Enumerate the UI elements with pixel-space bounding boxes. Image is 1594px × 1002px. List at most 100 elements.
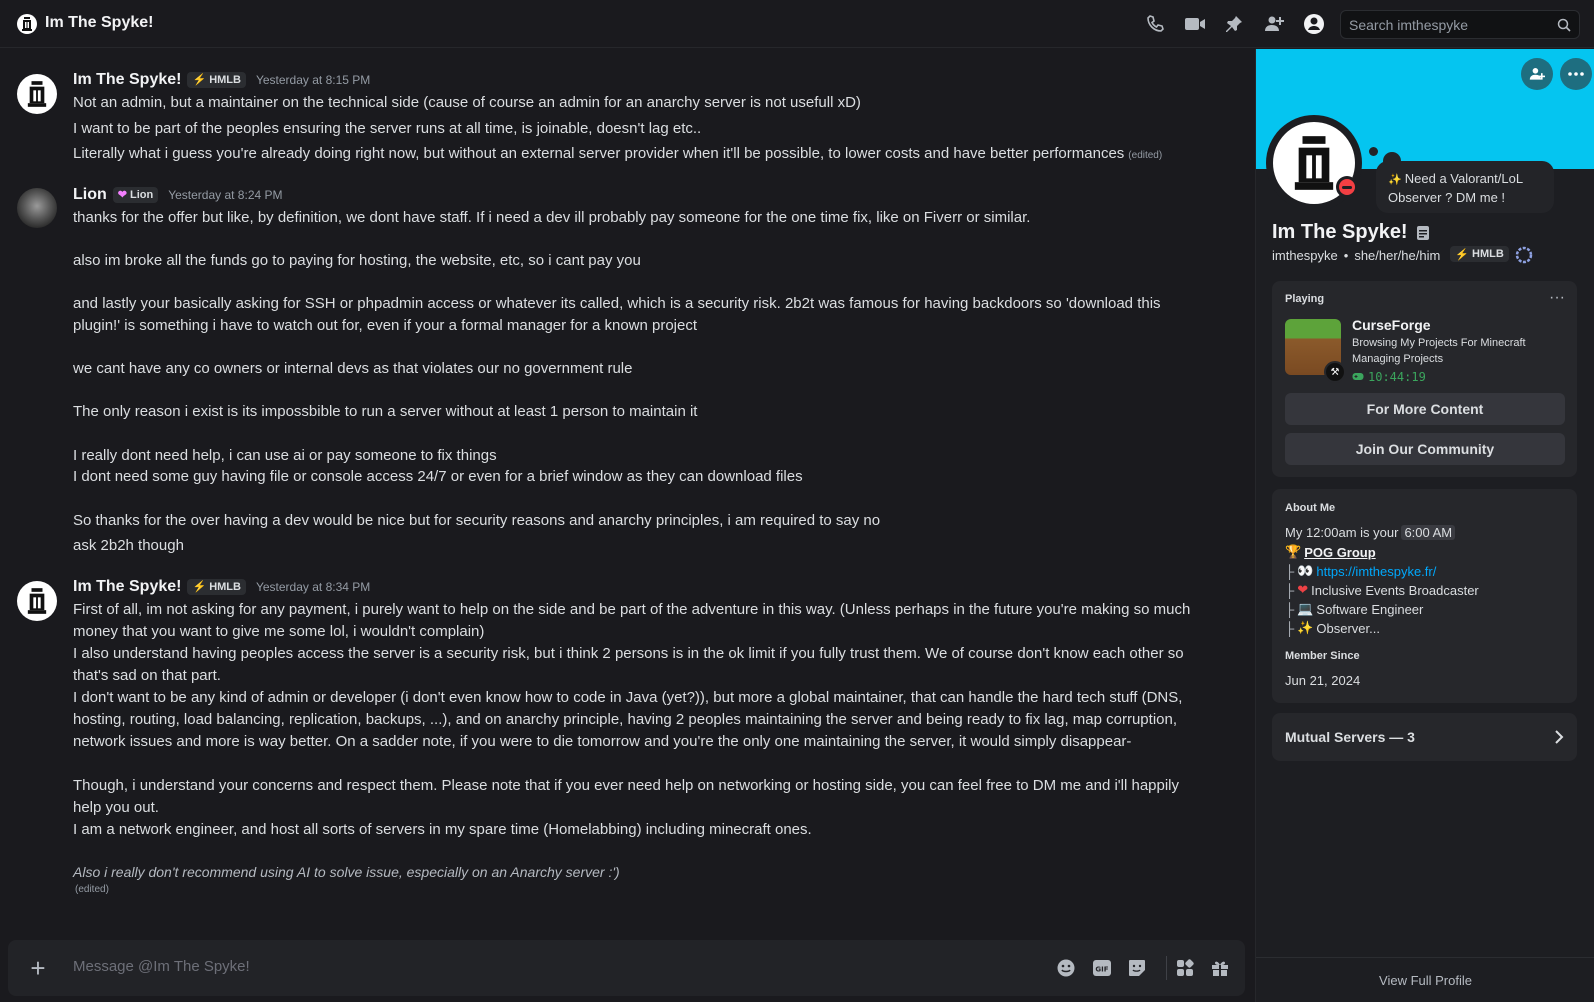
pin-icon[interactable] <box>1222 12 1246 36</box>
search-placeholder: Search imthespyke <box>1349 16 1469 33</box>
heart-icon: ❤ <box>117 189 127 201</box>
emoji-icon[interactable] <box>1054 956 1078 980</box>
timestamp: Yesterday at 8:15 PM <box>255 73 371 87</box>
activity-elapsed: 10:44:19 <box>1352 370 1426 384</box>
guild-tag-label: HMLB <box>209 73 241 86</box>
message-line: plugin!' is something i have to watch ou… <box>73 317 698 334</box>
tree-branch: ├ <box>1285 620 1295 636</box>
author-avatar[interactable] <box>17 188 57 228</box>
add-friend-button[interactable] <box>1521 58 1553 90</box>
message-line: Not an admin, but a maintainer on the te… <box>73 94 861 111</box>
group-name: POG Group <box>1304 544 1376 560</box>
gif-icon[interactable]: GIF <box>1090 956 1114 980</box>
guild-tag-label: Lion <box>129 188 154 201</box>
guild-tag[interactable]: ⚡ HMLB <box>1450 246 1509 262</box>
tree-branch: ├ <box>1285 582 1295 598</box>
message-line: Literally what i guess you're already do… <box>73 143 1238 167</box>
tree-branch: ├ <box>1285 563 1295 579</box>
view-full-profile-button[interactable]: View Full Profile <box>1256 957 1594 1002</box>
laptop-icon: 💻 <box>1297 601 1314 616</box>
about-line: My 12:00am is your 6:00 AM <box>1285 525 1456 540</box>
custom-status-bubble: ✨ Need a Valorant/LoL Observer ? DM me ! <box>1376 161 1554 213</box>
message-header: Im The Spyke! ⚡ HMLB Yesterday at 8:34 PM <box>73 578 370 596</box>
display-name-text: Im The Spyke! <box>1272 221 1408 243</box>
mutual-servers-button[interactable]: Mutual Servers — 3 <box>1272 713 1577 761</box>
profile-avatar[interactable] <box>1266 115 1362 211</box>
apps-icon[interactable] <box>1173 956 1197 980</box>
lightning-icon: ⚡ <box>192 581 207 593</box>
message-header: Im The Spyke! ⚡ HMLB Yesterday at 8:15 PM <box>73 71 370 89</box>
sticker-icon[interactable] <box>1125 956 1149 980</box>
about-line: ├ 💻 Software Engineer <box>1285 601 1423 617</box>
message-line: I really dont need help, i can use ai or… <box>73 447 497 464</box>
search-icon <box>1557 18 1571 32</box>
message-line: hosting, routing, load balancing, replic… <box>73 711 1178 728</box>
guild-tag[interactable]: ⚡ HMLB <box>187 71 246 88</box>
eyes-icon: 👀 <box>1297 563 1314 578</box>
author-avatar[interactable] <box>17 74 57 114</box>
message-input[interactable]: Message @Im The Spyke! <box>73 958 250 975</box>
message-line: and lastly your basically asking for SSH… <box>73 295 1161 312</box>
lightning-icon: ⚡ <box>192 74 207 86</box>
website-link[interactable]: https://imthespyke.fr/ <box>1316 564 1436 579</box>
about-item: Inclusive Events Broadcaster <box>1311 582 1479 598</box>
about-item: Observer... <box>1316 620 1380 636</box>
guild-tag[interactable]: ⚡ HMLB <box>187 578 246 595</box>
profile-panel: ✨ Need a Valorant/LoL Observer ? DM me !… <box>1255 49 1594 1002</box>
for-more-content-button[interactable]: For More Content <box>1285 393 1565 425</box>
message-line: I don't want to be any kind of admin or … <box>73 689 1183 706</box>
timestamp: Yesterday at 8:34 PM <box>255 580 371 594</box>
more-options-button[interactable] <box>1560 58 1592 90</box>
channel-title: Im The Spyke! <box>45 14 154 31</box>
member-since-date: Jun 21, 2024 <box>1285 673 1361 688</box>
tree-branch: ├ <box>1285 601 1295 617</box>
message-line: First of all, im not asking for any paym… <box>73 601 1191 618</box>
plus-icon[interactable]: + <box>26 955 50 981</box>
message-line: that's sad on that part. <box>73 667 221 684</box>
message-line: So thanks for the over having a dev woul… <box>73 512 881 529</box>
add-friends-to-dm-icon[interactable] <box>1262 12 1286 36</box>
join-our-community-button[interactable]: Join Our Community <box>1285 433 1565 465</box>
message-line: help you out. <box>73 799 159 816</box>
message-line: thanks for the offer but like, by defini… <box>73 209 1031 226</box>
edited-label: (edited) <box>1128 150 1163 161</box>
activity-more-icon[interactable]: ··· <box>1549 289 1565 307</box>
message-line: money that you want to give me some lol,… <box>73 623 485 640</box>
message-line: I dont need some guy having file or cons… <box>73 468 803 485</box>
about-line: ├ ❤ Inclusive Events Broadcaster <box>1285 582 1479 598</box>
about-card: About Me My 12:00am is your 6:00 AM 🏆 PO… <box>1272 489 1577 703</box>
guild-tag[interactable]: ❤ Lion <box>112 186 159 203</box>
author-avatar[interactable] <box>17 581 57 621</box>
activity-heading: Playing <box>1285 293 1325 305</box>
svg-text:GIF: GIF <box>1095 966 1108 974</box>
heart-icon: ❤ <box>1297 582 1309 597</box>
message-line: ask 2b2h though <box>73 537 184 554</box>
voice-call-icon[interactable] <box>1143 12 1167 36</box>
elapsed-time: 10:44:19 <box>1368 370 1426 384</box>
guild-tag-label: HMLB <box>1472 248 1504 260</box>
curseforge-anvil-icon: ⚒ <box>1324 361 1346 383</box>
bubble-dot <box>1369 147 1378 156</box>
author-name[interactable]: Im The Spyke! <box>73 578 181 596</box>
chevron-right-icon <box>1555 730 1564 744</box>
gift-icon[interactable] <box>1208 956 1232 980</box>
activity-details: Browsing My Projects For Minecraft <box>1352 337 1526 349</box>
about-heading: About Me <box>1285 502 1336 514</box>
user-profile-icon[interactable] <box>1302 12 1326 36</box>
message-line: Though, i understand your concerns and r… <box>73 777 1180 794</box>
author-name[interactable]: Im The Spyke! <box>73 71 181 89</box>
top-bar: Im The Spyke! Search imthespyke <box>0 0 1594 48</box>
lightning-icon: ⚡ <box>1455 248 1470 261</box>
search-input[interactable]: Search imthespyke <box>1340 10 1580 39</box>
notes-icon[interactable] <box>1416 225 1430 241</box>
video-call-icon[interactable] <box>1183 12 1207 36</box>
timestamp: Yesterday at 8:24 PM <box>168 188 283 202</box>
custom-status-text: Need a Valorant/LoL Observer ? DM me ! <box>1388 171 1523 205</box>
message-line: network issues and more is way better. O… <box>73 733 1132 750</box>
message-line: Also i really don't recommend using AI t… <box>73 864 620 880</box>
profile-subtitle: imthespyke • she/her/he/him ⚡ HMLB <box>1272 246 1533 264</box>
author-name[interactable]: Lion <box>73 186 107 204</box>
nitro-badge-icon[interactable] <box>1515 246 1533 264</box>
sparkle-icon: ✨ <box>1297 620 1314 635</box>
sparkle-icon: ✨ <box>1388 174 1405 186</box>
